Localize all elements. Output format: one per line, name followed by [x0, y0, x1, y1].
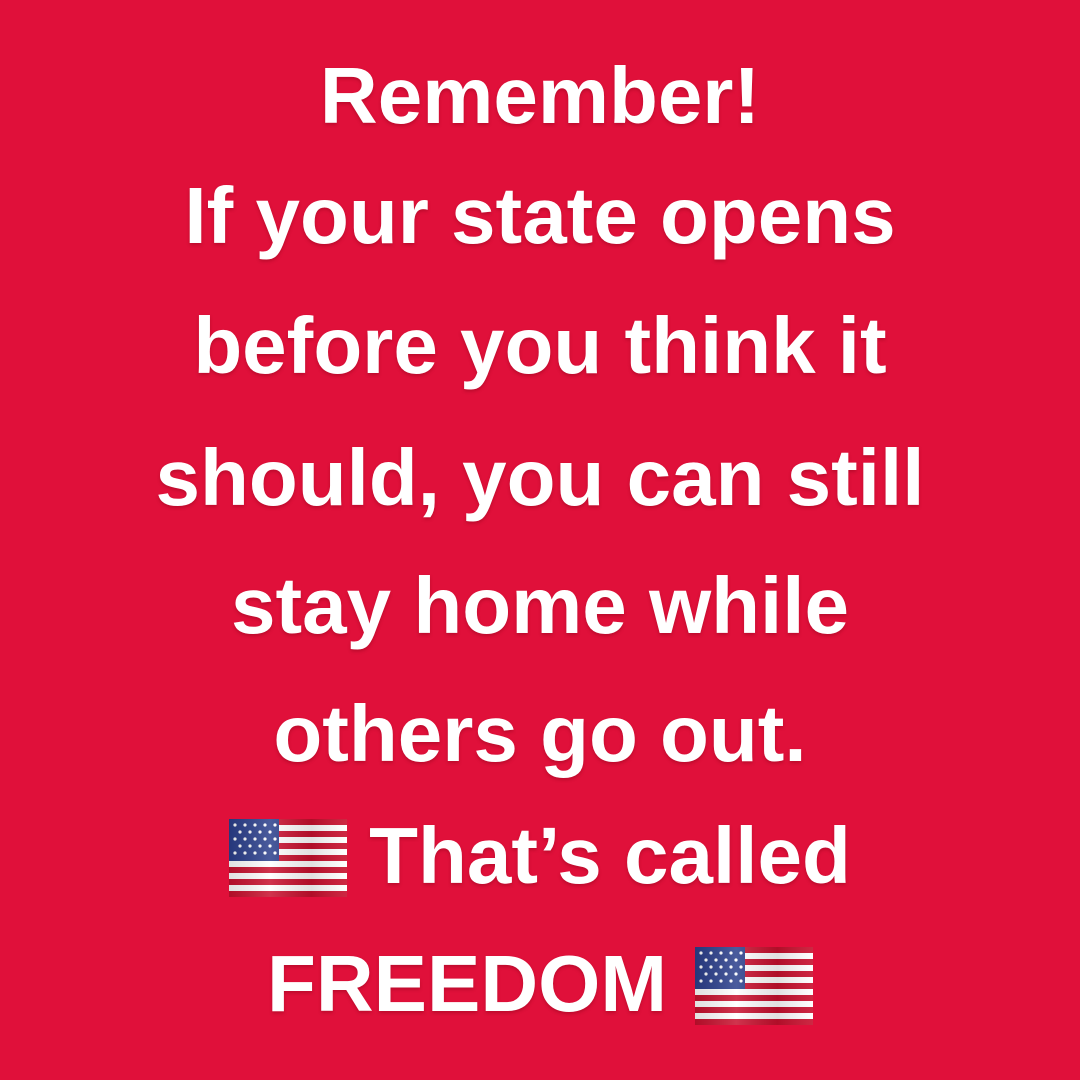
freedom-text: FREEDOM: [267, 939, 667, 1028]
us-flag-icon: [695, 946, 813, 1025]
us-flag-icon: [229, 818, 348, 897]
message-line-4: stay home while: [231, 561, 849, 650]
heading-remember: Remember!: [319, 51, 761, 140]
message-line-5: others go out.: [273, 689, 807, 778]
message-line-3: should, you can still: [155, 433, 925, 522]
message-line-2: before you think it: [193, 301, 887, 390]
message-line-1: If your state opens: [184, 171, 896, 260]
closing-line-1: That’s called: [0, 806, 1080, 906]
closing-line-2: FREEDOM: [0, 934, 1080, 1034]
meme-poster: Remember! If your state opens before you…: [0, 0, 1080, 1080]
thats-called-text: That’s called: [369, 811, 851, 900]
